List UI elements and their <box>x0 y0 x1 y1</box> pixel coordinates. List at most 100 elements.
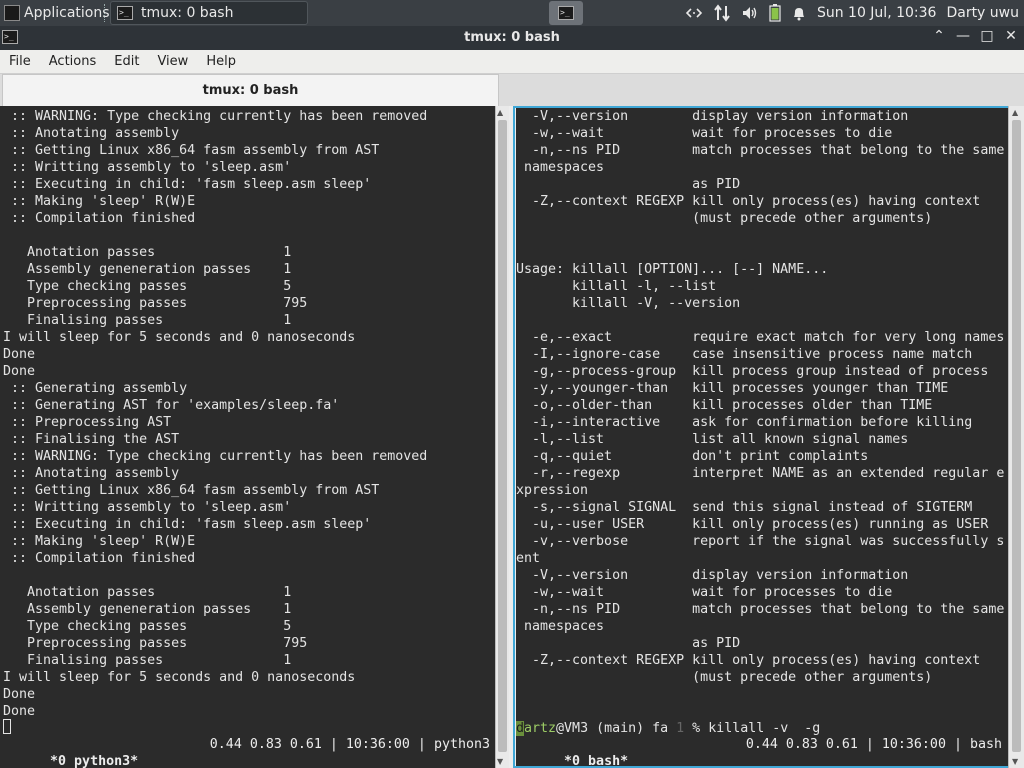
network-arrows-icon[interactable] <box>680 0 708 26</box>
terminal-line: namespaces <box>516 160 605 175</box>
terminal-line: :: Generating assembly <box>3 381 188 396</box>
terminal-line: -g,--process-group kill process group in… <box>516 364 989 379</box>
terminal-line: Finalising passes 1 <box>3 653 292 668</box>
terminal-line: -w,--wait wait for processes to die <box>516 126 893 141</box>
terminal-line: -Z,--context REGEXP kill only process(es… <box>516 194 981 209</box>
applications-menu-button[interactable]: Applications <box>0 0 114 26</box>
transfer-arrows-icon[interactable] <box>708 0 736 26</box>
window-titlebar[interactable]: >_ tmux: 0 bash ⌃ — □ ✕ <box>0 26 1024 50</box>
terminal-line: -o,--older-than kill processes older tha… <box>516 398 933 413</box>
right-scrollbar-thumb[interactable] <box>1012 120 1021 752</box>
terminal-line: -u,--user USER kill only process(es) run… <box>516 517 989 532</box>
terminal-line: :: Executing in child: 'fasm sleep.asm s… <box>3 177 372 192</box>
terminal-line: Usage: killall [OPTION]... [--] NAME... <box>516 262 829 277</box>
terminal-line: I will sleep for 5 seconds and 0 nanosec… <box>3 670 356 685</box>
terminal-line: -I,--ignore-case case insensitive proces… <box>516 347 973 362</box>
terminal-line: killall -l, --list <box>516 279 717 294</box>
prompt-user-highlight: d <box>516 721 525 736</box>
prompt-user: artz <box>524 721 557 736</box>
scroll-down-icon[interactable]: ▼ <box>497 757 503 766</box>
terminal-line: Anotation passes 1 <box>3 585 292 600</box>
pane-divider[interactable] <box>509 106 516 768</box>
menu-view[interactable]: View <box>148 54 197 69</box>
menu-edit[interactable]: Edit <box>105 54 148 69</box>
bell-icon[interactable] <box>786 0 812 26</box>
terminal-line: :: Executing in child: 'fasm sleep.asm s… <box>3 517 372 532</box>
terminal-line: (must precede other arguments) <box>516 670 933 685</box>
shell-prompt[interactable]: dartz@VM3 (main) fa 1 % killall -v -g <box>516 720 1008 737</box>
terminal-line: :: Finalising the AST <box>3 432 180 447</box>
terminal-line: Done <box>3 687 36 702</box>
terminal-line: :: WARNING: Type checking currently has … <box>3 449 428 464</box>
left-scrollbar-thumb[interactable] <box>498 120 507 752</box>
minimize-icon[interactable]: — <box>956 28 970 44</box>
terminal-line: Preprocessing passes 795 <box>3 296 308 311</box>
terminal-line: :: Compilation finished <box>3 551 196 566</box>
terminal-line: -Z,--context REGEXP kill only process(es… <box>516 653 981 668</box>
terminal-line: -n,--ns PID match processes that belong … <box>516 602 1005 617</box>
menu-file[interactable]: File <box>0 54 40 69</box>
menu-actions[interactable]: Actions <box>40 54 106 69</box>
terminal-area[interactable]: :: WARNING: Type checking currently has … <box>0 106 1024 768</box>
volume-icon[interactable] <box>736 0 764 26</box>
terminal-line: :: Anotating assembly <box>3 126 180 141</box>
workspace-switcher[interactable]: >_ <box>549 1 583 25</box>
panel-separator <box>104 4 106 22</box>
shade-up-icon[interactable]: ⌃ <box>932 28 946 44</box>
terminal-line: Type checking passes 5 <box>3 279 292 294</box>
terminal-line: :: Generating AST for 'examples/sleep.fa… <box>3 398 340 413</box>
terminal-line: -y,--younger-than kill processes younger… <box>516 381 949 396</box>
taskbar-window-label: tmux: 0 bash <box>141 5 234 21</box>
menubar: File Actions Edit View Help <box>0 50 1024 74</box>
left-tmux-pane[interactable]: :: WARNING: Type checking currently has … <box>3 108 495 733</box>
prompt-symbol: % <box>684 721 709 736</box>
terminal-line: ent <box>516 551 541 566</box>
scroll-down-icon[interactable]: ▼ <box>1012 757 1018 766</box>
terminal-line: -l,--list list all known signal names <box>516 432 909 447</box>
terminal-line: Type checking passes 5 <box>3 619 292 634</box>
scroll-up-icon[interactable]: ▲ <box>1012 108 1018 117</box>
terminal-line: :: Compilation finished <box>3 211 196 226</box>
terminal-line: :: Anotating assembly <box>3 466 180 481</box>
terminal-line: as PID <box>516 636 741 651</box>
terminal-icon: >_ <box>117 6 133 20</box>
left-status-bar: *0 python3* 0.44 0.83 0.61 | 10:36:00 | … <box>10 736 490 768</box>
terminal-line: Done <box>3 347 36 362</box>
top-panel: Applications >_ tmux: 0 bash >_ Sun 10 J… <box>0 0 1024 26</box>
maximize-icon[interactable]: □ <box>980 28 994 44</box>
user-menu[interactable]: Darty uwu <box>941 0 1024 26</box>
terminal-line: -V,--version display version information <box>516 109 909 124</box>
menu-help[interactable]: Help <box>197 54 245 69</box>
right-status-bar: *0 bash* 0.44 0.83 0.61 | 10:36:00 | bas… <box>524 736 1002 768</box>
left-scrollbar[interactable]: ▲ ▼ <box>495 106 509 768</box>
tab-tmux-bash[interactable]: tmux: 0 bash <box>2 74 499 106</box>
right-scrollbar[interactable]: ▲ ▼ <box>1008 106 1024 768</box>
terminal-line: :: Getting Linux x86_64 fasm assembly fr… <box>3 143 380 158</box>
right-tmux-pane[interactable]: -V,--version display version information… <box>516 108 1008 733</box>
tab-bar: tmux: 0 bash <box>0 74 1024 106</box>
terminal-line: Done <box>3 704 36 719</box>
applications-label: Applications <box>24 5 110 21</box>
terminal-line: killall -V, --version <box>516 296 741 311</box>
terminal-line: xpression <box>516 483 589 498</box>
terminal-line: Assembly geneneration passes 1 <box>3 602 292 617</box>
close-icon[interactable]: ✕ <box>1004 28 1018 44</box>
battery-icon[interactable] <box>764 0 786 26</box>
taskbar-window-button[interactable]: >_ tmux: 0 bash <box>110 1 308 25</box>
terminal-icon: >_ <box>558 6 574 20</box>
clock[interactable]: Sun 10 Jul, 10:36 <box>812 0 942 26</box>
window-title: tmux: 0 bash <box>464 30 560 45</box>
terminal-line: -s,--signal SIGNAL send this signal inst… <box>516 500 973 515</box>
status-info: 0.44 0.83 0.61 | 10:36:00 | python3 <box>209 737 490 752</box>
terminal-line: namespaces <box>516 619 605 634</box>
scroll-up-icon[interactable]: ▲ <box>497 108 503 117</box>
prompt-command: killall -v -g <box>708 721 821 736</box>
prompt-host: @VM3 (main) fa <box>556 721 677 736</box>
terminal-line: -w,--wait wait for processes to die <box>516 585 893 600</box>
terminal-line: -r,--regexp interpret NAME as an extende… <box>516 466 1005 481</box>
system-tray: Sun 10 Jul, 10:36 Darty uwu <box>680 0 1024 26</box>
